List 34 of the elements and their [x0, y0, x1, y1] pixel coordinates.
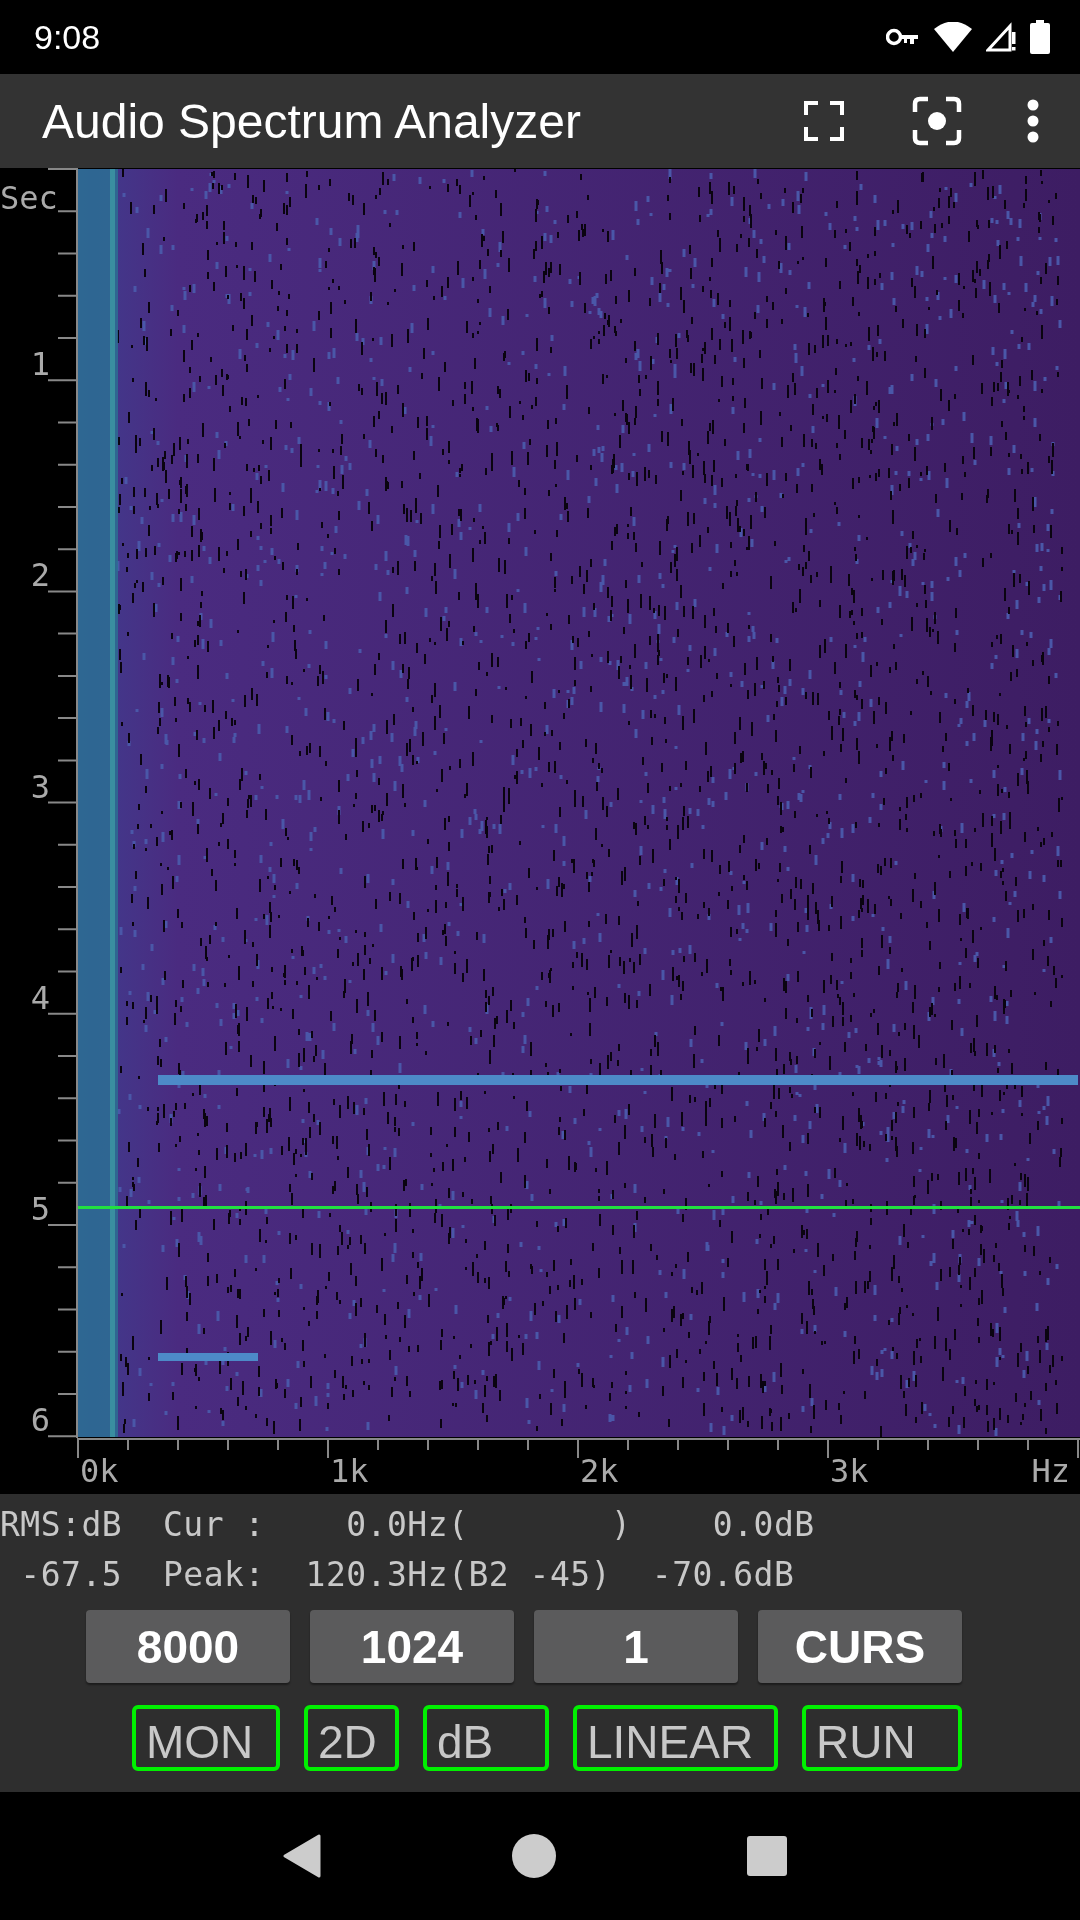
home-icon[interactable] — [511, 1833, 557, 1879]
axis-label: 3k — [830, 1455, 869, 1487]
app-title: Audio Spectrum Analyzer — [42, 93, 582, 149]
setting-button[interactable]: 8000 — [86, 1610, 290, 1683]
axis-label: 1k — [330, 1455, 369, 1487]
fullscreen-icon[interactable] — [804, 101, 844, 141]
toggle-button[interactable]: RUN — [802, 1705, 962, 1771]
key-icon — [886, 27, 920, 47]
signal-icon — [986, 22, 1016, 52]
status-time: 9:08 — [34, 17, 101, 57]
axis-unit: Hz — [1031, 1455, 1070, 1487]
wifi-icon — [934, 22, 972, 52]
setting-button[interactable]: CURS — [758, 1610, 962, 1683]
axis-label: 6 — [30, 1404, 50, 1437]
axis-label: 2 — [30, 559, 50, 592]
setting-button[interactable]: 1 — [534, 1610, 738, 1683]
toggle-button[interactable]: 2D — [304, 1705, 399, 1771]
readout-text: -67.5 Peak: 120.3Hz(B2 -45) -70.6dB — [19, 1554, 796, 1596]
axis-label: 5 — [30, 1193, 50, 1225]
setting-button[interactable]: 1024 — [310, 1610, 514, 1683]
screenshot-icon[interactable] — [912, 96, 962, 146]
battery-icon — [1030, 20, 1050, 54]
axis-label: 1 — [30, 348, 50, 381]
axis-label: 3 — [30, 770, 50, 803]
axis-label: 4 — [30, 981, 50, 1014]
more-options-icon[interactable] — [1026, 99, 1040, 143]
axis-label: 0k — [80, 1455, 119, 1487]
back-icon[interactable] — [283, 1834, 321, 1878]
toggle-button[interactable]: LINEAR — [573, 1705, 778, 1771]
axis-label: Sec — [0, 182, 58, 214]
readout-text: RMS:dB Cur : 0.0Hz( ) 0.0dB — [0, 1504, 816, 1546]
axis-label: 2k — [580, 1455, 619, 1487]
toggle-button[interactable]: dB — [423, 1705, 549, 1771]
toggle-button[interactable]: MON — [132, 1705, 280, 1771]
